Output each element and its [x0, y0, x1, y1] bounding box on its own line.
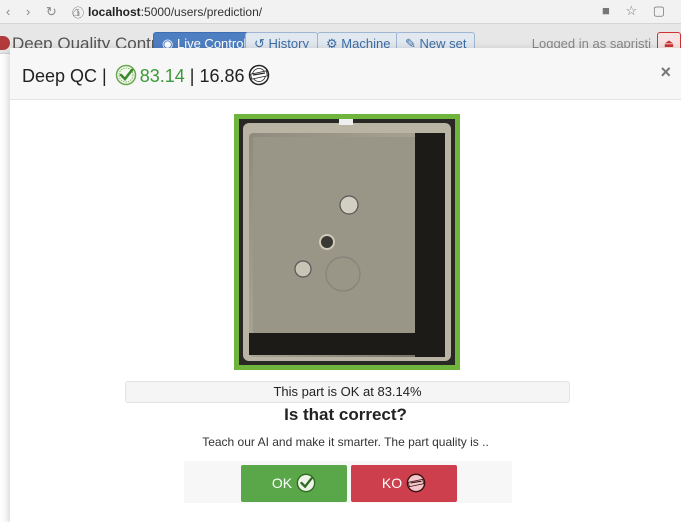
ko-button[interactable]: KO: [351, 465, 457, 502]
modal-header: Deep QC | 83.14 | 16.86 ×: [10, 48, 681, 100]
info-icon[interactable]: ⓘ: [72, 4, 84, 21]
confirmation-question: Is that correct?: [284, 405, 407, 424]
title-separator: |: [189, 66, 195, 86]
teach-text: Teach our AI and make it smarter. The pa…: [202, 435, 489, 449]
prediction-result: This part is OK at 83.14%: [125, 381, 570, 403]
prediction-modal: Deep QC | 83.14 | 16.86 × This part is O…: [10, 48, 681, 522]
url-path: :5000/users/prediction/: [140, 5, 263, 19]
part-photo: [239, 119, 455, 365]
part-photo-frame: [234, 114, 460, 370]
browser-action-icons[interactable]: ■ ☆ ▢: [602, 3, 671, 19]
defect-stamp-icon: [406, 470, 426, 507]
feedback-buttons: OK KO: [184, 461, 512, 503]
defect-score: 16.86: [199, 66, 245, 86]
title-prefix: Deep QC |: [22, 66, 107, 86]
ok-button-label: OK: [271, 475, 293, 491]
brand-logo-icon: [0, 36, 10, 50]
address-bar[interactable]: localhost:5000/users/prediction/: [88, 5, 262, 19]
ko-button-label: KO: [381, 475, 403, 491]
check-seal-icon: [115, 64, 137, 91]
ok-score: 83.14: [139, 66, 185, 86]
ok-button[interactable]: OK: [241, 465, 347, 502]
close-button[interactable]: ×: [660, 62, 671, 83]
url-host: localhost: [88, 5, 141, 19]
defect-stamp-icon: [248, 64, 270, 91]
browser-toolbar: ‹ › ↻ ⌂ ⓘ localhost:5000/users/predictio…: [0, 0, 681, 24]
modal-title: Deep QC | 83.14 | 16.86: [22, 64, 273, 91]
check-seal-icon: [296, 470, 316, 507]
